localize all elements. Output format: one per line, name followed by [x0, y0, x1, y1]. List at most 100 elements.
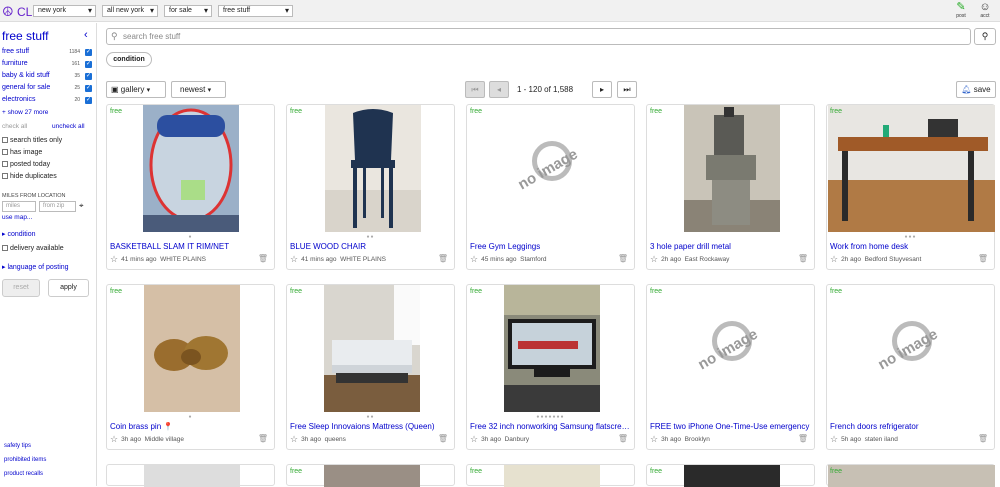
listing-image[interactable] — [684, 105, 780, 232]
listing-card[interactable]: no image free FREE two iPhone One-Time-U… — [646, 284, 815, 450]
first-page-button[interactable]: ⏮ — [465, 81, 485, 98]
listing-title[interactable]: Work from home desk — [830, 242, 990, 251]
image-dots[interactable]: ● — [107, 234, 274, 240]
reset-button[interactable]: reset — [2, 279, 40, 297]
zip-input[interactable]: from zip — [39, 201, 76, 212]
last-page-button[interactable]: ⏭ — [617, 81, 637, 98]
listing-card[interactable]: free ●● BLUE WOOD CHAIR ☆ 41 mins ago WHI… — [286, 104, 455, 270]
sort-select[interactable]: newest ▾ — [171, 81, 226, 98]
listing-card[interactable]: no image free Free Gym Leggings ☆ 45 mins… — [466, 104, 635, 270]
listing-image[interactable] — [504, 285, 600, 412]
listing-image[interactable] — [325, 105, 421, 232]
category-item[interactable]: electronics 20 ✓ — [2, 96, 92, 107]
account-button[interactable]: ☺ acct — [977, 1, 993, 19]
listing-card[interactable]: free ●●●●●●● Free 32 inch nonworking Sam… — [466, 284, 635, 450]
listing-card[interactable]: ●●● free Work from home desk ☆ 2h ago Bed… — [826, 104, 995, 270]
listing-title[interactable]: 3 hole paper drill metal — [650, 242, 810, 251]
trash-icon[interactable]: 🗑︎ — [978, 254, 988, 263]
prohibited-items-link[interactable]: prohibited items — [4, 457, 46, 463]
listing-title[interactable]: French doors refrigerator — [830, 422, 990, 431]
image-dots[interactable]: ● — [107, 414, 274, 420]
listing-title[interactable]: BASKETBALL SLAM IT RIM/NET — [110, 242, 270, 251]
listing-image[interactable] — [144, 465, 240, 487]
checkbox-checked-icon[interactable]: ✓ — [85, 85, 92, 92]
use-map-link[interactable]: use map... — [2, 214, 32, 221]
uncheck-all-link[interactable]: uncheck all — [52, 123, 85, 130]
listing-title[interactable]: Free 32 inch nonworking Samsung flatscre… — [470, 422, 630, 431]
category-item[interactable]: free stuff 1184 ✓ — [2, 48, 92, 59]
listing-image[interactable] — [828, 465, 995, 487]
listing-image[interactable] — [144, 285, 240, 412]
listing-card[interactable]: free — [646, 464, 815, 487]
save-search-button[interactable]: 🔔︎ save — [956, 81, 996, 98]
listing-card[interactable]: free — [826, 464, 995, 487]
view-select[interactable]: ▣ gallery ▾ — [106, 81, 166, 98]
search-input[interactable]: ⚲ search free stuff — [106, 28, 971, 45]
listing-title[interactable]: Coin brass pin 📍 — [110, 422, 270, 431]
trash-icon[interactable]: 🗑︎ — [438, 434, 448, 443]
next-page-button[interactable]: ▸ — [592, 81, 612, 98]
listing-image[interactable] — [324, 465, 420, 487]
listing-card[interactable]: free ● Coin brass pin 📍 ☆ 3h ago Middle v… — [106, 284, 275, 450]
subregion-select[interactable]: all new york — [102, 5, 158, 17]
trash-icon[interactable]: 🗑︎ — [258, 254, 268, 263]
favorite-star-icon[interactable]: ☆ — [830, 434, 838, 444]
image-dots[interactable]: ●● — [287, 414, 454, 420]
category-item[interactable]: general for sale 25 ✓ — [2, 84, 92, 95]
category-select[interactable]: free stuff — [218, 5, 293, 17]
category-item[interactable]: baby & kid stuff 35 ✓ — [2, 72, 92, 83]
listing-title[interactable]: BLUE WOOD CHAIR — [290, 242, 450, 251]
checkbox-checked-icon[interactable]: ✓ — [85, 97, 92, 104]
listing-title[interactable]: Free Sleep Innovaions Mattress (Queen) — [290, 422, 450, 431]
trash-icon[interactable]: 🗑︎ — [618, 434, 628, 443]
favorite-star-icon[interactable]: ☆ — [650, 254, 658, 264]
miles-input[interactable]: miles — [2, 201, 36, 212]
favorite-star-icon[interactable]: ☆ — [110, 434, 118, 444]
option-has-image[interactable]: has image — [2, 149, 42, 156]
product-recalls-link[interactable]: product recalls — [4, 471, 43, 477]
listing-title[interactable]: Free Gym Leggings — [470, 242, 630, 251]
prev-page-button[interactable]: ◂ — [489, 81, 509, 98]
favorite-star-icon[interactable]: ☆ — [290, 434, 298, 444]
checkbox-icon[interactable] — [2, 149, 8, 155]
trash-icon[interactable]: 🗑︎ — [798, 254, 808, 263]
trash-icon[interactable]: 🗑︎ — [258, 434, 268, 443]
option-posted-today[interactable]: posted today — [2, 161, 50, 168]
condition-toggle[interactable]: ▸ condition — [2, 230, 36, 238]
listing-image[interactable] — [143, 105, 239, 232]
listing-card[interactable] — [106, 464, 275, 487]
listing-card[interactable]: free ● BASKETBALL SLAM IT RIM/NET ☆ 41 mi… — [106, 104, 275, 270]
search-button[interactable]: ⚲ — [974, 28, 996, 45]
checkbox-icon[interactable] — [2, 173, 8, 179]
option-delivery[interactable]: delivery available — [2, 245, 64, 252]
trash-icon[interactable]: 🗑︎ — [618, 254, 628, 263]
show-more-link[interactable]: + show 27 more — [2, 109, 48, 116]
region-select[interactable]: new york — [33, 5, 96, 17]
image-dots[interactable]: ●● — [287, 234, 454, 240]
locate-icon[interactable]: ⌖ — [79, 201, 84, 211]
trash-icon[interactable]: 🗑︎ — [798, 434, 808, 443]
listing-card[interactable]: free ●● Free Sleep Innovaions Mattress (… — [286, 284, 455, 450]
favorite-star-icon[interactable]: ☆ — [290, 254, 298, 264]
checkbox-checked-icon[interactable]: ✓ — [85, 61, 92, 68]
favorite-star-icon[interactable]: ☆ — [470, 254, 478, 264]
listing-image[interactable] — [828, 105, 995, 232]
favorite-star-icon[interactable]: ☆ — [650, 434, 658, 444]
listing-card[interactable]: free — [286, 464, 455, 487]
checkbox-checked-icon[interactable]: ✓ — [85, 49, 92, 56]
post-button[interactable]: ✎ post — [953, 1, 969, 19]
apply-button[interactable]: apply — [48, 279, 89, 297]
favorite-star-icon[interactable]: ☆ — [110, 254, 118, 264]
image-dots[interactable]: ●●●●●●● — [467, 414, 634, 420]
craigslist-logo[interactable]: ☮ CL — [2, 4, 32, 20]
listing-image[interactable] — [684, 465, 780, 487]
checkbox-icon[interactable] — [2, 245, 8, 251]
listing-card[interactable]: no image free French doors refrigerator … — [826, 284, 995, 450]
option-search-titles[interactable]: search titles only — [2, 137, 62, 144]
listing-title[interactable]: FREE two iPhone One-Time-Use emergency — [650, 422, 810, 431]
listing-card[interactable]: free — [466, 464, 635, 487]
favorite-star-icon[interactable]: ☆ — [830, 254, 838, 264]
category-item[interactable]: furniture 161 ✓ — [2, 60, 92, 71]
checkbox-icon[interactable] — [2, 161, 8, 167]
image-dots[interactable]: ●●● — [827, 234, 994, 240]
